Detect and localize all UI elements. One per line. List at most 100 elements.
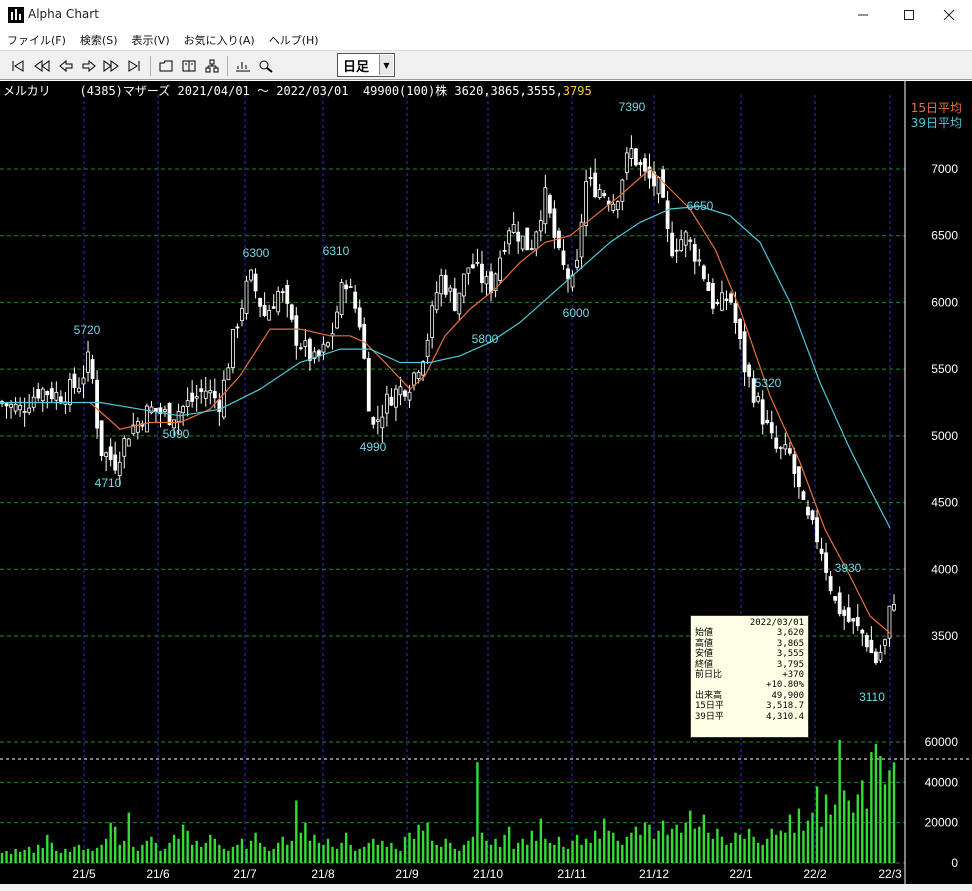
zoom-button[interactable] [257,57,275,75]
candle-body [389,396,394,406]
fast-forward-button[interactable] [102,57,120,75]
volume-bar [584,838,588,863]
candlestick-chart[interactable]: 7000650060005500500045004000350060000400… [0,81,972,884]
candle-body [851,618,856,622]
candle-body [869,639,874,654]
volume-bar [879,756,882,863]
hierarchy-icon [205,59,219,73]
volume-bar [363,846,366,863]
volume-bar [856,794,859,863]
menu-favorites[interactable]: お気に入り(A) [177,30,262,50]
candle-body [226,367,231,381]
candle-body [448,287,453,292]
volume-bar [331,846,334,863]
volume-bar [272,848,275,863]
candle-body [108,446,113,461]
back-button[interactable] [57,57,75,75]
volume-bar [123,840,126,863]
candle-body [276,291,281,313]
fast-forward-icon [103,60,119,72]
open-folder-button[interactable] [157,57,175,75]
forward-button[interactable] [80,57,98,75]
candle-body [480,263,484,283]
month-tick-label: 22/3 [878,867,902,881]
volume-bar [367,842,370,863]
volume-bar [815,786,819,863]
volume-bar [702,814,706,863]
candle-body [285,285,290,304]
price-annotation: 5720 [74,323,101,337]
close-button[interactable] [926,0,972,30]
period-select[interactable]: 日足 ▼ [337,53,395,77]
candle-body [72,373,77,388]
book-button[interactable] [180,57,198,75]
volume-bar [313,834,316,863]
price-annotation: 3110 [859,690,885,704]
month-tick-label: 21/11 [557,867,586,881]
candle-body [724,298,729,302]
chart-area[interactable]: 7000 6500 6000 5500 5000 4500 4000 3500 60000 400… [0,81,972,884]
volume-bar [652,838,656,863]
volume-info: 49900(100)株 [362,84,448,98]
menu-file[interactable]: ファイル(F) [0,30,73,50]
volume-bar [670,828,674,863]
candle-body [792,454,797,475]
chart-tool-button[interactable] [234,57,252,75]
ma39-line [0,205,891,529]
candle-body [457,292,462,315]
first-button[interactable] [9,57,27,75]
window-title: Alpha Chart [28,7,99,21]
volume-bar [181,824,185,863]
magnifier-icon [259,60,273,73]
arrow-left-icon [59,59,73,73]
candle-body [348,286,353,289]
menu-help[interactable]: ヘルプ(H) [262,30,326,50]
candle-body [860,629,865,634]
candle-body [68,379,72,406]
candle-body [688,239,693,242]
candle-body [113,454,118,471]
volume-bar [838,739,841,863]
volume-bar [467,840,470,863]
volume-bar [68,851,72,863]
maximize-icon [904,10,914,20]
candle-body [710,283,715,309]
volume-bar [521,838,524,863]
minimize-button[interactable] [840,0,886,30]
menu-view[interactable]: 表示(V) [125,30,177,50]
price-tick-label: 7000 [931,162,958,176]
volume-bar [666,834,669,863]
volume-bar [833,804,837,863]
candle-body [253,273,258,292]
volume-bar [580,844,583,863]
volume-bar [281,836,284,863]
tree-button[interactable] [203,57,221,75]
last-button[interactable] [125,57,143,75]
candle-body [484,276,489,285]
info-row: 終値 3,795 [695,659,804,670]
candle-body [733,303,738,323]
chevron-down-icon[interactable]: ▼ [379,55,393,75]
volume-tick-label: 20000 [925,816,959,830]
volume-bar [132,846,135,863]
volume-bar [544,838,547,863]
price-annotation: 6650 [687,199,714,213]
candle-body [452,288,457,311]
volume-bar [634,826,638,863]
menu-search[interactable]: 検索(S) [73,30,125,50]
candle-body [498,257,502,281]
volume-bar [240,838,244,863]
volume-bar [430,840,434,863]
info-row: 39日平 4,310.4 [695,711,804,722]
fast-back-icon [34,60,50,72]
price-tick-label: 4000 [931,562,958,576]
close-icon [943,9,955,21]
volume-bar [707,832,710,863]
volume-bar [440,846,443,863]
candle-body [864,635,869,648]
month-tick-label: 21/9 [395,867,419,881]
fast-back-button[interactable] [33,57,51,75]
status-strip [0,884,972,891]
candle-body [747,364,752,377]
price-annotation: 4990 [360,440,387,454]
